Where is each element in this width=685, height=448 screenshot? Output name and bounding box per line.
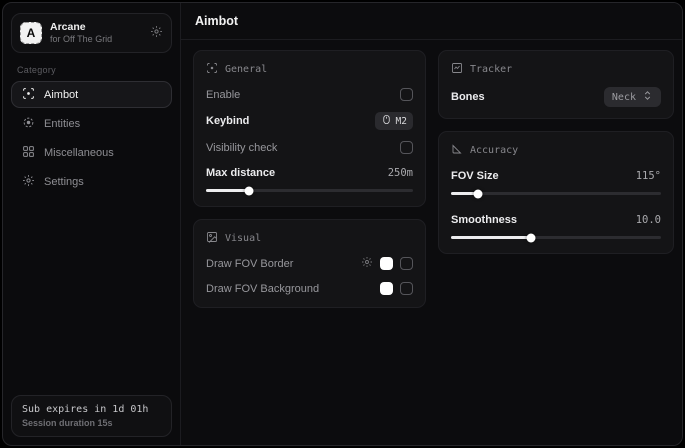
gear-icon	[361, 256, 373, 271]
panel-title-text: Visual	[225, 233, 261, 244]
subscription-card: Sub expires in 1d 01h Session duration 1…	[11, 395, 172, 437]
fov-background-tools	[380, 282, 413, 295]
bones-label: Bones	[451, 91, 485, 103]
column-left: General Enable Keybind	[193, 50, 426, 308]
sub-expires-text: Sub expires in 1d 01h	[22, 404, 161, 415]
chevrons-up-down-icon	[642, 90, 653, 104]
visibility-checkbox[interactable]	[400, 141, 413, 154]
fov-size-label: FOV Size	[451, 170, 499, 182]
page-header: Aimbot	[181, 3, 683, 40]
fov-size-slider[interactable]	[451, 189, 661, 198]
fov-border-color-swatch[interactable]	[380, 257, 393, 270]
crosshair-icon	[22, 87, 35, 103]
app-subtitle: for Off The Grid	[50, 34, 142, 45]
category-label: Category	[17, 65, 166, 75]
visibility-check-label: Visibility check	[206, 142, 277, 154]
tracker-icon	[451, 62, 463, 77]
panel-title-text: Tracker	[470, 64, 512, 75]
panel-title-text: Accuracy	[470, 145, 518, 156]
row-enable: Enable	[206, 87, 413, 102]
fov-size-value: 115°	[636, 170, 661, 182]
slider-thumb[interactable]	[526, 233, 535, 242]
slider-fill	[451, 236, 531, 239]
smoothness-label: Smoothness	[451, 214, 517, 226]
slider-thumb[interactable]	[474, 189, 483, 198]
brand-settings-button[interactable]	[150, 25, 163, 41]
sidebar-nav: Aimbot Entities Miscella	[11, 81, 172, 195]
fov-background-checkbox[interactable]	[400, 282, 413, 295]
session-duration-text: Session duration 15s	[22, 418, 161, 428]
row-keybind: Keybind M2	[206, 112, 413, 130]
fov-border-settings-button[interactable]	[361, 256, 373, 271]
panel-general-title: General	[206, 62, 413, 77]
row-max-distance: Max distance 250m	[206, 165, 413, 180]
page-title: Aimbot	[195, 14, 238, 28]
brand-text: Arcane for Off The Grid	[50, 21, 142, 45]
main-area: Aimbot General E	[181, 3, 683, 445]
panel-tracker-title: Tracker	[451, 62, 661, 77]
smoothness-value: 10.0	[636, 214, 661, 226]
enable-checkbox[interactable]	[400, 88, 413, 101]
panel-general: General Enable Keybind	[193, 50, 426, 207]
draw-fov-border-label: Draw FOV Border	[206, 258, 293, 270]
sidebar-item-label: Aimbot	[44, 89, 78, 101]
content: General Enable Keybind	[181, 40, 683, 318]
image-icon	[206, 231, 218, 246]
panel-visual: Visual Draw FOV Border	[193, 219, 426, 308]
max-distance-value: 250m	[388, 167, 413, 179]
crosshair-icon	[206, 62, 218, 77]
smoothness-slider[interactable]	[451, 233, 661, 242]
keybind-button[interactable]: M2	[375, 112, 413, 130]
sidebar-item-miscellaneous[interactable]: Miscellaneous	[11, 139, 172, 166]
sidebar: A Arcane for Off The Grid Category	[3, 3, 181, 445]
row-draw-fov-border: Draw FOV Border	[206, 256, 413, 271]
max-distance-slider[interactable]	[206, 186, 413, 195]
sidebar-item-label: Miscellaneous	[44, 147, 114, 159]
bones-value: Neck	[612, 92, 636, 103]
row-fov-size: FOV Size 115°	[451, 168, 661, 183]
row-bones: Bones Neck	[451, 87, 661, 107]
brand-card: A Arcane for Off The Grid	[11, 13, 172, 53]
max-distance-label: Max distance	[206, 167, 275, 179]
sidebar-item-label: Entities	[44, 118, 80, 130]
panel-tracker: Tracker Bones Neck	[438, 50, 674, 119]
slider-thumb[interactable]	[245, 186, 254, 195]
panel-accuracy: Accuracy FOV Size 115° Smoothness 10.0	[438, 131, 674, 254]
sidebar-item-entities[interactable]: Entities	[11, 110, 172, 137]
gear-icon	[150, 25, 163, 41]
triangle-ruler-icon	[451, 143, 463, 158]
sidebar-item-aimbot[interactable]: Aimbot	[11, 81, 172, 108]
column-right: Tracker Bones Neck	[438, 50, 674, 254]
sidebar-item-label: Settings	[44, 176, 84, 188]
draw-fov-background-label: Draw FOV Background	[206, 283, 319, 295]
panel-accuracy-title: Accuracy	[451, 143, 661, 158]
slider-fill	[206, 189, 249, 192]
row-visibility-check: Visibility check	[206, 140, 413, 155]
app-name: Arcane	[50, 21, 142, 34]
grid-icon	[22, 145, 35, 161]
keybind-value: M2	[396, 116, 407, 127]
panel-visual-title: Visual	[206, 231, 413, 246]
mouse-icon	[381, 114, 392, 128]
app-window: A Arcane for Off The Grid Category	[2, 2, 683, 446]
panel-title-text: General	[225, 64, 267, 75]
fov-border-checkbox[interactable]	[400, 257, 413, 270]
row-draw-fov-background: Draw FOV Background	[206, 281, 413, 296]
row-smoothness: Smoothness 10.0	[451, 212, 661, 227]
fov-border-tools	[361, 256, 413, 271]
app-logo: A	[20, 22, 42, 44]
bones-select[interactable]: Neck	[604, 87, 661, 107]
keybind-label: Keybind	[206, 115, 249, 127]
sidebar-item-settings[interactable]: Settings	[11, 168, 172, 195]
gear-icon	[22, 174, 35, 190]
entities-icon	[22, 116, 35, 132]
fov-background-color-swatch[interactable]	[380, 282, 393, 295]
enable-label: Enable	[206, 89, 240, 101]
